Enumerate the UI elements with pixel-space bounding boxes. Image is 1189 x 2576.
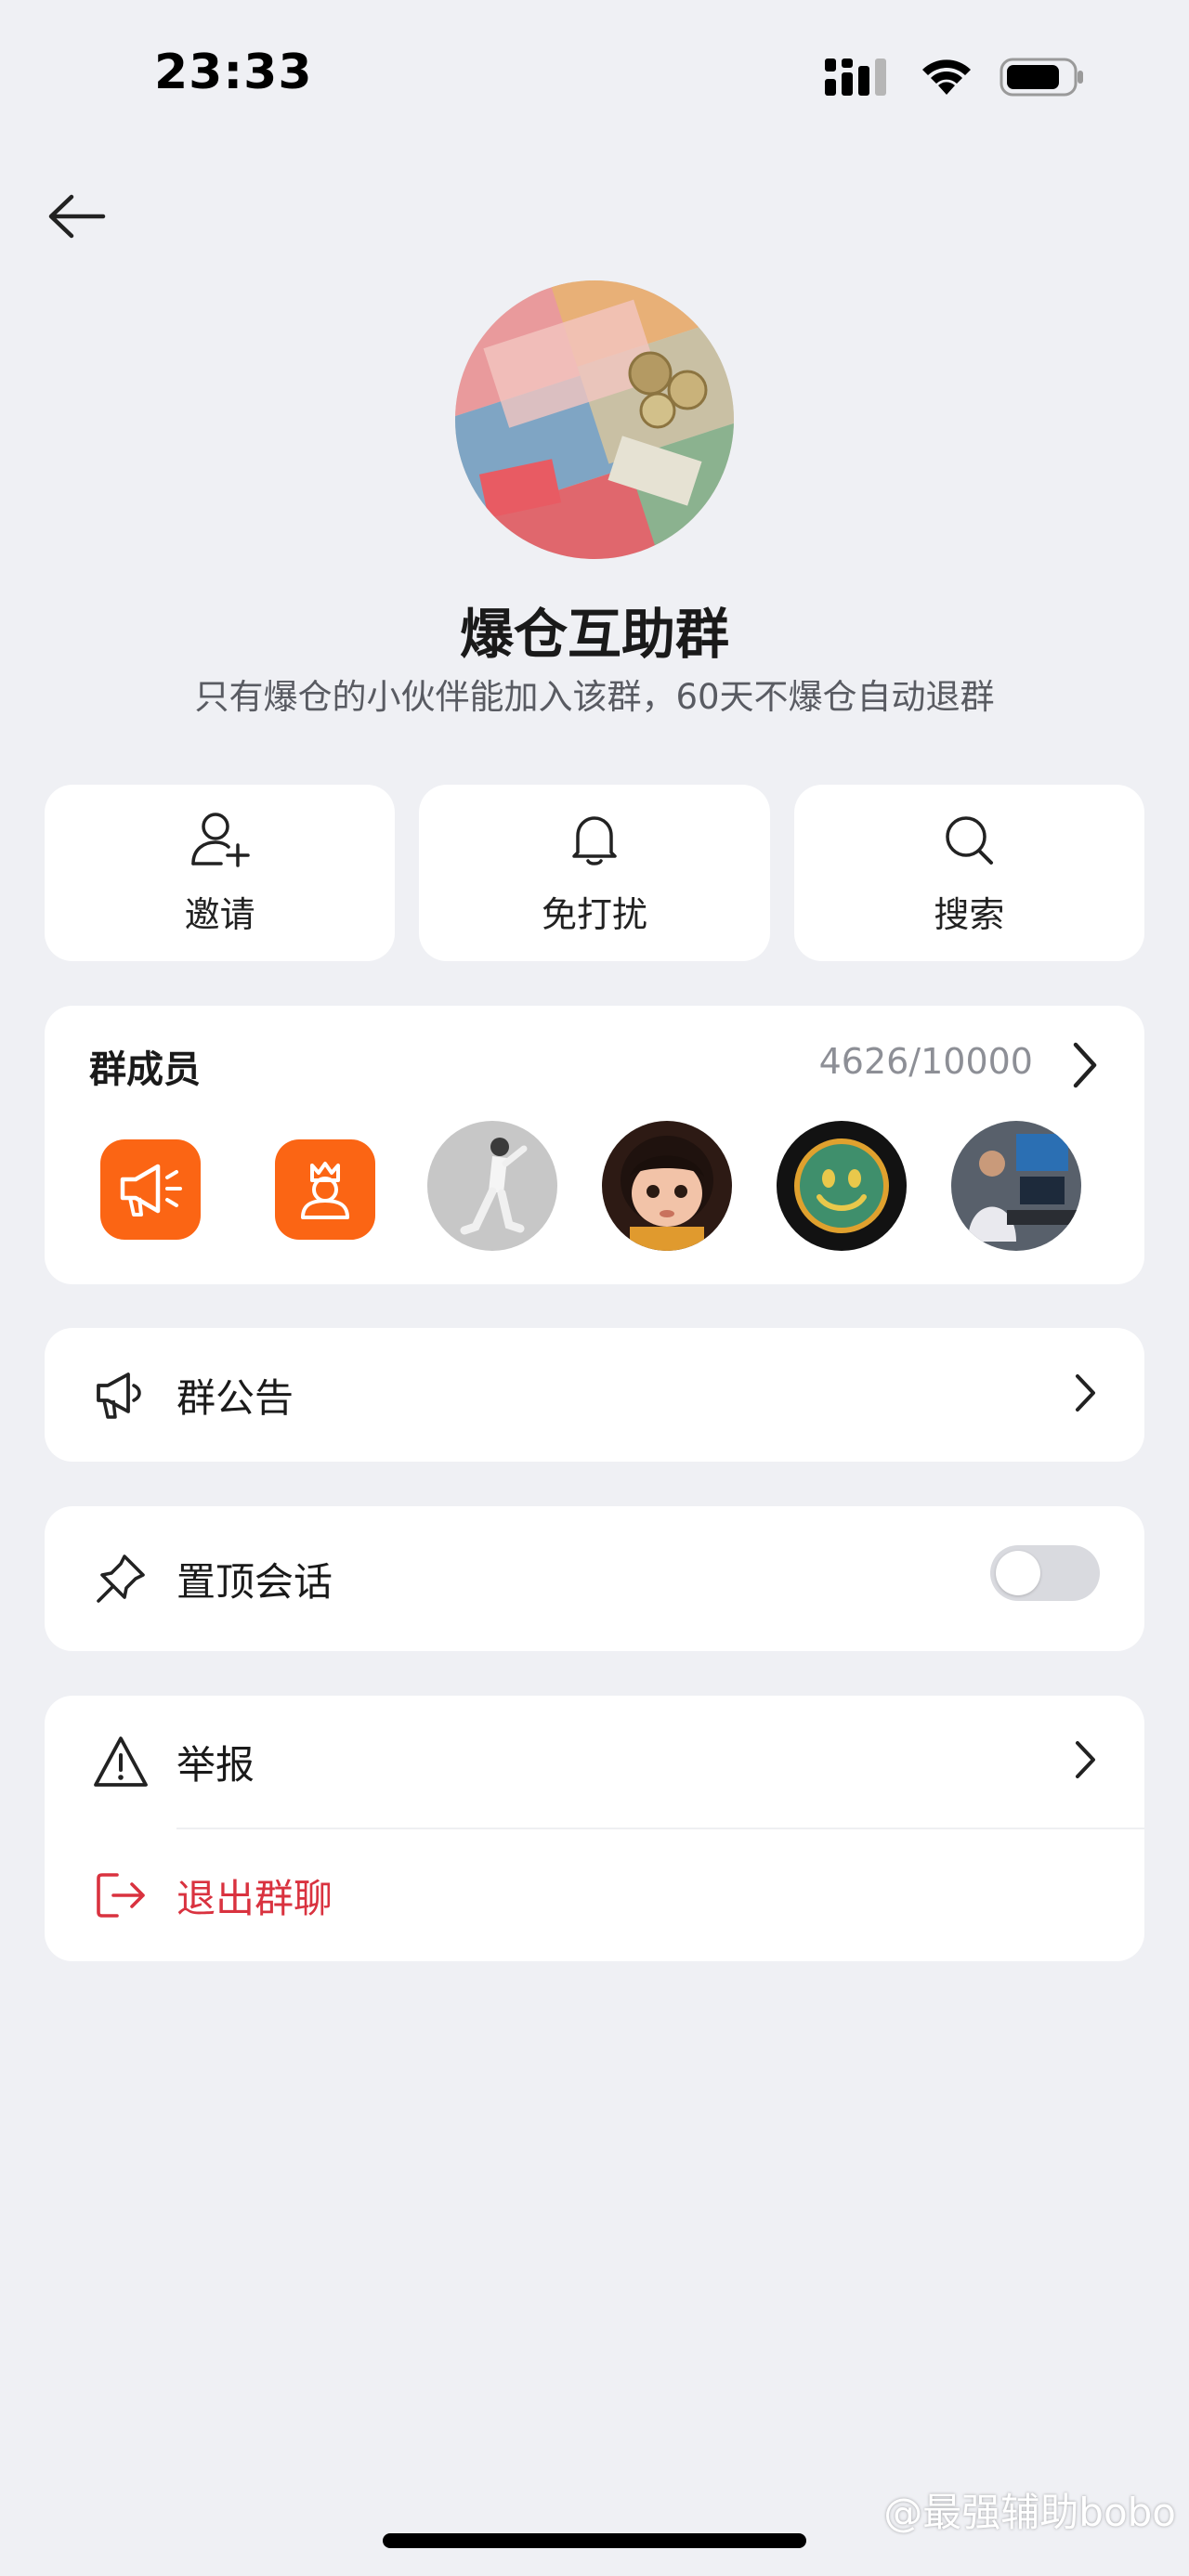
status-time: 23:33: [154, 45, 313, 100]
pin-chat-row: 置顶会话: [45, 1506, 1144, 1651]
add-user-icon: [188, 810, 253, 873]
announcement-label: 群公告: [176, 1374, 294, 1421]
mute-button[interactable]: 免打扰: [419, 785, 770, 961]
status-bar: 23:33: [0, 0, 1189, 139]
bell-icon: [565, 810, 624, 873]
search-button[interactable]: 搜索: [793, 785, 1144, 961]
smiley-avatar-image: [777, 1121, 907, 1251]
members-card[interactable]: 群成员 4626/10000: [45, 1006, 1144, 1284]
warning-icon: [91, 1732, 150, 1791]
member-announcer[interactable]: [100, 1139, 201, 1240]
invite-label: 邀请: [184, 893, 255, 935]
mute-label: 免打扰: [541, 893, 647, 935]
toggle-knob: [996, 1551, 1040, 1595]
member-avatar[interactable]: [951, 1121, 1081, 1251]
chevron-right-icon: [1068, 1041, 1100, 1093]
admin-icon: [301, 1162, 349, 1219]
battery-icon: [1000, 58, 1085, 100]
exit-group-label: 退出群聊: [176, 1875, 333, 1921]
member-avatar[interactable]: [427, 1121, 557, 1251]
action-bar: 邀请 免打扰 搜索: [45, 785, 1144, 961]
exit-group-row[interactable]: 退出群聊: [45, 1829, 1144, 1961]
arrow-left-icon: [48, 194, 106, 239]
pin-chat-label: 置顶会话: [176, 1558, 333, 1605]
members-avatar-row: [100, 1121, 1131, 1251]
cellular-signal-icon: [825, 59, 894, 99]
group-name[interactable]: 爆仓互助群: [0, 591, 1189, 669]
member-avatar[interactable]: [602, 1121, 732, 1251]
megaphone-icon: [91, 1365, 150, 1425]
group-avatar[interactable]: [455, 280, 734, 559]
member-avatar[interactable]: [777, 1121, 907, 1251]
dancer-avatar-image: [427, 1121, 557, 1251]
wifi-icon: [920, 58, 973, 100]
cartoon-girl-avatar-image: [602, 1121, 732, 1251]
group-description: 只有爆仓的小伙伴能加入该群，60天不爆仓自动退群: [194, 677, 995, 717]
pin-chat-toggle[interactable]: [990, 1545, 1100, 1601]
search-label: 搜索: [934, 893, 1005, 935]
report-label: 举报: [176, 1741, 255, 1788]
member-admin[interactable]: [275, 1139, 375, 1240]
announcement-row[interactable]: 群公告: [45, 1328, 1144, 1462]
members-count: 4626/10000: [818, 1041, 1033, 1082]
chevron-right-icon: [1072, 1739, 1098, 1784]
members-title: 群成员: [89, 1048, 201, 1091]
report-row[interactable]: 举报: [45, 1696, 1144, 1828]
banknotes-image: [455, 280, 734, 559]
search-icon: [939, 810, 999, 873]
chevron-right-icon: [1072, 1373, 1098, 1417]
invite-button[interactable]: 邀请: [45, 785, 396, 961]
group-settings-page: 23:33 爆仓互助群 只有爆仓的小伙伴能加入该群，60天不爆仓自动退群 邀请 …: [0, 0, 1189, 2576]
pin-icon: [91, 1549, 150, 1608]
home-indicator: [383, 2533, 806, 2548]
status-icons: [825, 58, 1085, 100]
studio-avatar-image: [951, 1121, 1081, 1251]
megaphone-icon: [120, 1164, 182, 1216]
watermark: @最强辅助bobo: [883, 2490, 1176, 2535]
danger-actions-card: 举报 退出群聊: [45, 1696, 1144, 1961]
back-button[interactable]: [45, 184, 110, 249]
exit-icon: [91, 1866, 150, 1925]
